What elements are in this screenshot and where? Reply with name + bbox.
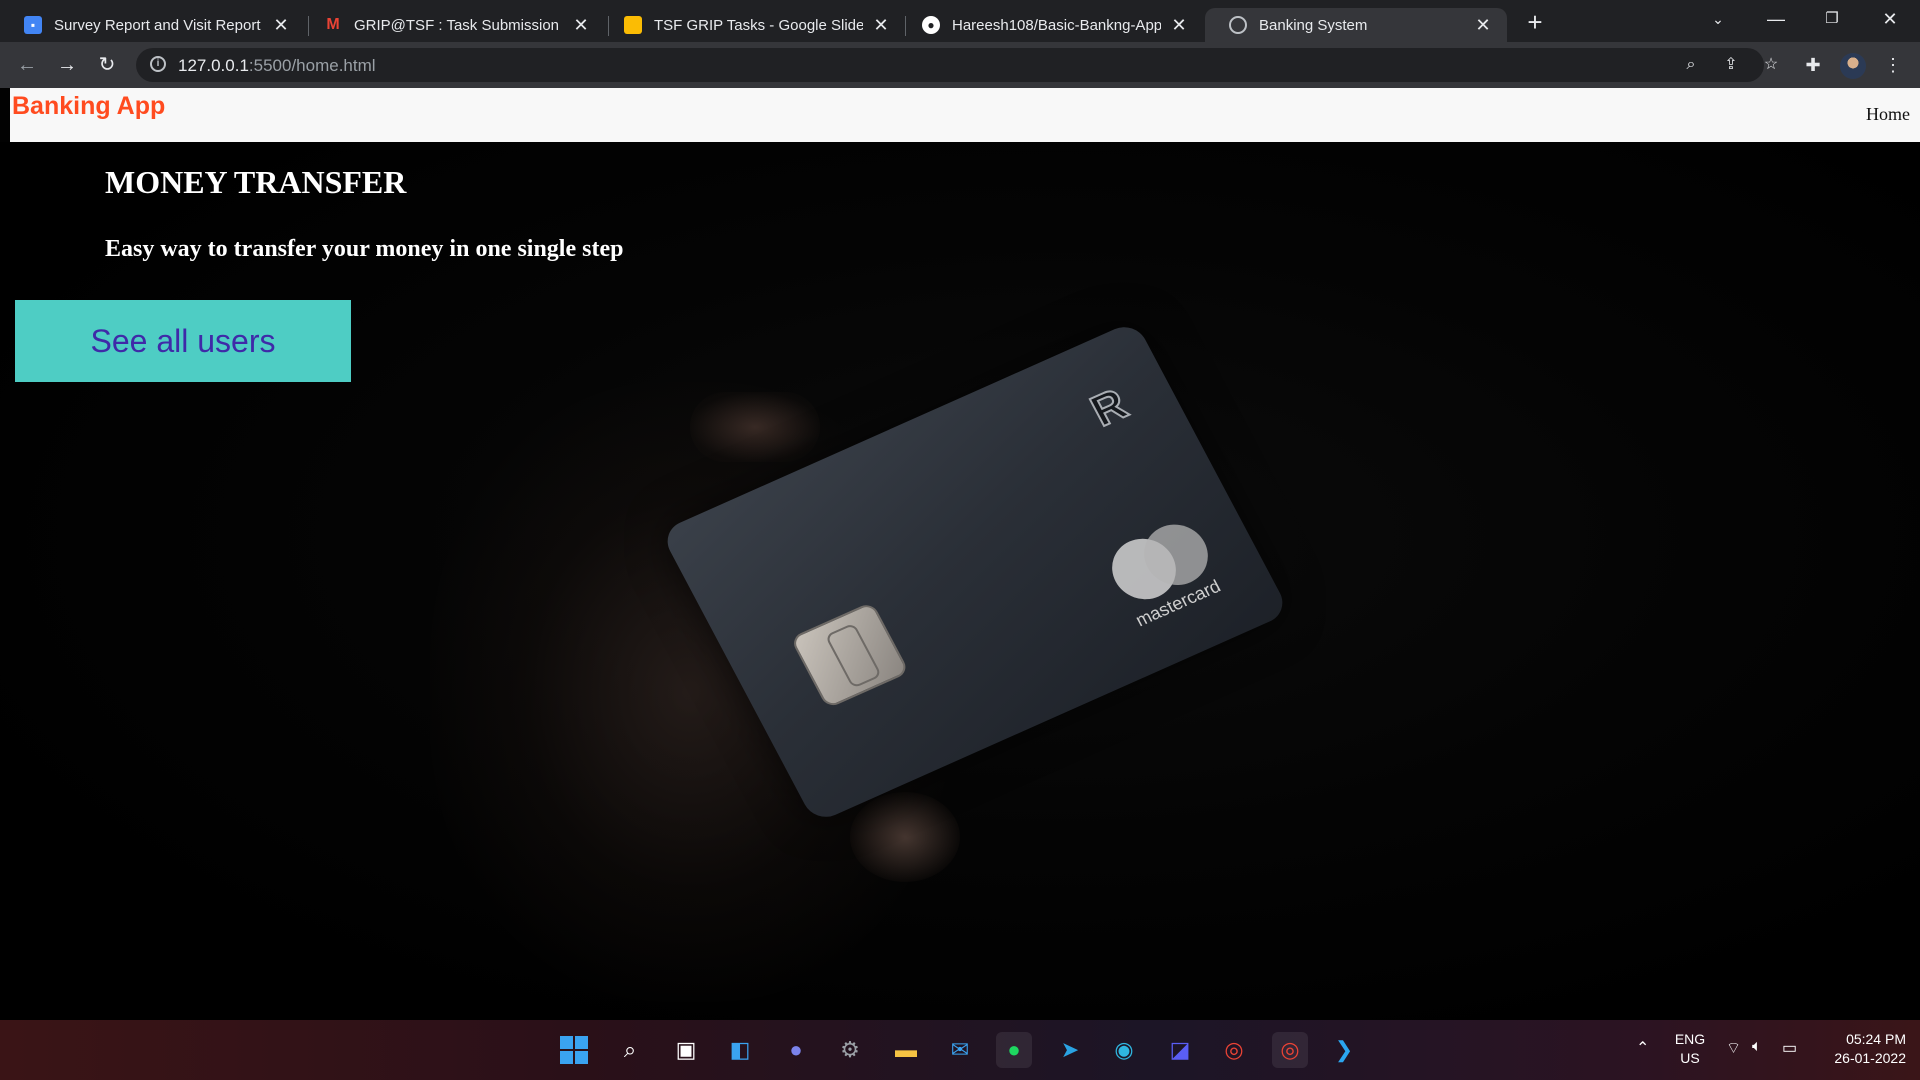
close-icon[interactable]: ✕ bbox=[271, 15, 291, 36]
windows-taskbar: ⌕ ▣ ◧ ● ⚙ ▬ ✉ ● ➤ ◉ ◪ ◎ ◎ ❯ ⌃ ENG US ⌔ 🔈… bbox=[0, 1020, 1920, 1080]
close-icon[interactable]: ✕ bbox=[1473, 15, 1493, 36]
teams-chat-icon[interactable]: ● bbox=[778, 1032, 814, 1068]
tab-title: TSF GRIP Tasks - Google Slides bbox=[654, 16, 863, 34]
widgets-icon[interactable]: ◧ bbox=[722, 1032, 758, 1068]
restore-button[interactable]: ❐ bbox=[1804, 0, 1860, 38]
tab-banking-system[interactable]: Banking System ✕ bbox=[1205, 8, 1507, 42]
brand-logo[interactable]: Banking App bbox=[12, 92, 165, 121]
clock[interactable]: 05:24 PM 26-01-2022 bbox=[1816, 1030, 1906, 1068]
language-text: ENG bbox=[1674, 1031, 1706, 1047]
tab-title: GRIP@TSF : Task Submission & P bbox=[354, 16, 563, 34]
start-icon[interactable] bbox=[556, 1032, 592, 1068]
gmail-icon: M bbox=[326, 16, 340, 33]
tab-title: Hareesh108/Basic-Bankng-App bbox=[952, 16, 1161, 34]
hero-title: MONEY TRANSFER bbox=[105, 164, 407, 200]
tab-title: Survey Report and Visit Report (0 bbox=[54, 16, 263, 34]
browser-tabstrip: ▪ Survey Report and Visit Report (0 ✕ M … bbox=[0, 0, 1920, 42]
tab-title: Banking System bbox=[1259, 16, 1368, 34]
menu-icon[interactable]: ⋮ bbox=[1878, 50, 1908, 80]
hand-thumb-image bbox=[850, 792, 960, 882]
edge-icon[interactable]: ◉ bbox=[1106, 1032, 1142, 1068]
search-icon[interactable]: ⌕ bbox=[612, 1032, 648, 1068]
tab-survey-report[interactable]: ▪ Survey Report and Visit Report (0 ✕ bbox=[0, 8, 305, 42]
nav-home-link[interactable]: Home bbox=[1866, 104, 1910, 125]
hand-finger-image bbox=[690, 392, 820, 462]
chrome-icon[interactable]: ◎ bbox=[1216, 1032, 1252, 1068]
time-text: 05:24 PM bbox=[1846, 1031, 1906, 1047]
card-logo: R bbox=[1082, 379, 1136, 437]
back-button[interactable]: ← bbox=[12, 50, 42, 80]
profile-avatar[interactable] bbox=[1840, 53, 1866, 79]
share-icon[interactable]: ⇪ bbox=[1720, 54, 1742, 76]
address-bar[interactable]: i 127.0.0.1:5500/home.html ⌕ ⇪ ☆ bbox=[136, 48, 1778, 82]
task-view-icon[interactable]: ▣ bbox=[668, 1032, 704, 1068]
mail-icon[interactable]: ✉ bbox=[942, 1032, 978, 1068]
tab-google-slides[interactable]: TSF GRIP Tasks - Google Slides ✕ bbox=[600, 8, 905, 42]
card-chip-icon bbox=[789, 601, 910, 709]
telegram-icon[interactable]: ➤ bbox=[1052, 1032, 1088, 1068]
settings-icon[interactable]: ⚙ bbox=[832, 1032, 868, 1068]
vscode-icon[interactable]: ❯ bbox=[1326, 1032, 1362, 1068]
slides-icon bbox=[624, 16, 642, 34]
close-icon[interactable]: ✕ bbox=[871, 15, 891, 36]
url-host: 127.0.0.1 bbox=[178, 56, 249, 75]
visual-studio-icon[interactable]: ◪ bbox=[1162, 1032, 1198, 1068]
battery-icon[interactable]: ▭ bbox=[1782, 1038, 1797, 1058]
site-navbar: Banking App Home bbox=[10, 88, 1920, 142]
reload-button[interactable]: ↻ bbox=[92, 50, 122, 80]
extensions-icon[interactable]: ✚ bbox=[1798, 50, 1828, 80]
volume-icon[interactable]: 🔈︎ bbox=[1752, 1038, 1762, 1056]
zoom-icon[interactable]: ⌕ bbox=[1680, 54, 1702, 76]
tab-gmail[interactable]: M GRIP@TSF : Task Submission & P ✕ bbox=[300, 8, 605, 42]
file-explorer-icon[interactable]: ▬ bbox=[888, 1032, 924, 1068]
see-all-users-button[interactable]: See all users bbox=[15, 300, 351, 382]
language-indicator[interactable]: ENG US bbox=[1670, 1030, 1710, 1068]
tab-github[interactable]: ● Hareesh108/Basic-Bankng-App ✕ bbox=[898, 8, 1203, 42]
spotify-icon[interactable]: ● bbox=[996, 1032, 1032, 1068]
tab-search-icon[interactable]: ⌄ bbox=[1690, 0, 1746, 38]
close-icon[interactable]: ✕ bbox=[1169, 15, 1189, 36]
close-window-button[interactable]: ✕ bbox=[1862, 0, 1918, 38]
globe-icon bbox=[1229, 16, 1247, 34]
minimize-button[interactable]: — bbox=[1748, 0, 1804, 38]
web-page: Banking App Home R mastercard MONEY TRAN… bbox=[0, 88, 1920, 1020]
hero-subtitle: Easy way to transfer your money in one s… bbox=[105, 236, 624, 262]
site-info-icon[interactable]: i bbox=[150, 56, 166, 72]
show-hidden-icons[interactable]: ⌃ bbox=[1636, 1038, 1649, 1058]
forward-button[interactable]: → bbox=[52, 50, 82, 80]
chrome-profile-icon[interactable]: ◎ bbox=[1272, 1032, 1308, 1068]
region-text: US bbox=[1680, 1050, 1700, 1066]
close-icon[interactable]: ✕ bbox=[571, 15, 591, 36]
wifi-icon[interactable]: ⌔ bbox=[1726, 1038, 1741, 1058]
url-path: :5500/home.html bbox=[248, 56, 376, 75]
url-text[interactable]: 127.0.0.1:5500/home.html bbox=[178, 56, 376, 76]
browser-toolbar: ← → ↻ i 127.0.0.1:5500/home.html ⌕ ⇪ ☆ ✚… bbox=[0, 42, 1920, 88]
bookmark-star-icon[interactable]: ☆ bbox=[1760, 54, 1782, 76]
github-icon: ● bbox=[922, 16, 940, 34]
hero-section: R mastercard MONEY TRANSFER Easy way to … bbox=[0, 142, 1920, 1020]
new-tab-button[interactable]: + bbox=[1520, 8, 1550, 38]
forms-icon: ▪ bbox=[24, 16, 42, 34]
date-text: 26-01-2022 bbox=[1834, 1050, 1906, 1066]
